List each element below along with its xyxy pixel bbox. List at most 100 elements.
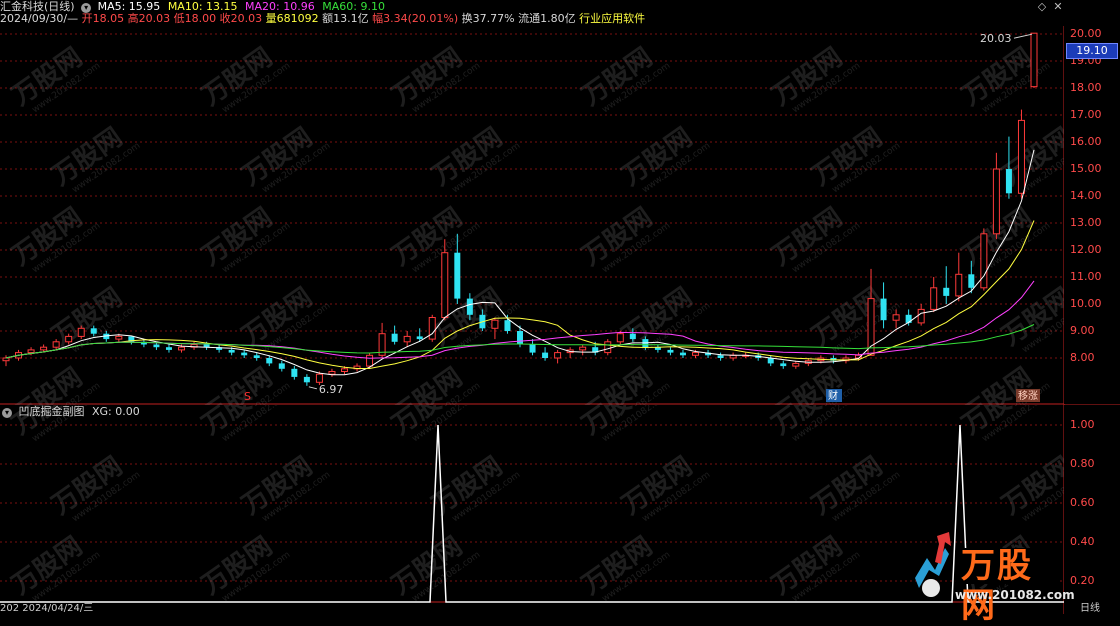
candle-body — [880, 298, 887, 321]
watermark: 万股网www.201082.com — [47, 122, 142, 195]
candle-body — [90, 328, 97, 334]
period-label[interactable]: 日线 — [1080, 603, 1100, 614]
high-price-label: 20.03 — [980, 32, 1012, 45]
xg-value: XG: 0.00 — [92, 405, 140, 418]
candle-body — [616, 333, 624, 343]
candle-body — [667, 349, 674, 353]
candle-body — [340, 368, 348, 372]
sub-tick-label: 0.80 — [1070, 457, 1095, 470]
watermark: 万股网www.201082.com — [767, 42, 862, 115]
quote-low: 低18.00 — [173, 12, 217, 25]
sub-chart-title: ▾ 凹底掘金副图 XG: 0.00 — [2, 405, 140, 418]
watermark: 万股网www.201082.com — [767, 531, 862, 604]
quote-open: 开18.05 — [81, 12, 125, 25]
diamond-icon[interactable]: ◇ — [1036, 1, 1048, 13]
candle-body — [52, 341, 60, 348]
candle-body — [604, 341, 612, 354]
logo-site-text: www.201082.com — [955, 588, 1075, 602]
candle-body — [892, 314, 900, 321]
candle-body — [992, 168, 1000, 235]
candle-body — [2, 357, 10, 362]
candle-body — [780, 363, 787, 367]
watermark: 万股网www.201082.com — [197, 531, 292, 604]
candles — [2, 32, 1038, 386]
candle-body — [165, 347, 172, 350]
quote-volume: 量681092 — [265, 12, 319, 25]
dropdown-circle-icon[interactable]: ▾ — [2, 408, 12, 418]
low-price-label: 6.97 — [319, 383, 344, 396]
candle-body — [27, 349, 35, 354]
quote-close: 收20.03 — [219, 12, 263, 25]
candle-body — [905, 314, 912, 323]
price-chart[interactable]: 万股网www.201082.com 万股网www.201082.com 万股网www… — [0, 26, 1120, 405]
candle-body — [253, 355, 260, 358]
watermark: 万股网www.201082.com — [7, 42, 102, 115]
watermark: 万股网www.201082.com — [47, 282, 142, 355]
candle-body — [153, 344, 160, 348]
candle-body — [441, 252, 449, 318]
watermark: 万股网www.201082.com — [807, 122, 902, 195]
watermark: 万股网www.201082.com — [197, 42, 292, 115]
sub-indicator-name[interactable]: 凹底掘金副图 — [19, 405, 85, 418]
candle-body — [1030, 32, 1038, 88]
watermark: 万股网www.201082.com — [237, 122, 332, 195]
price-tick-label: 18.00 — [1070, 81, 1102, 94]
candle-body — [454, 252, 461, 299]
current-price-tag: 19.10 — [1066, 43, 1118, 59]
candle-body — [328, 371, 336, 375]
high-arrow — [1013, 33, 1033, 39]
watermark: 万股网www.201082.com — [767, 405, 862, 444]
sub-tick-label: 0.60 — [1070, 496, 1095, 509]
watermark: 万股网www.201082.com — [767, 202, 862, 275]
candle-body — [767, 358, 774, 364]
candle-body — [517, 331, 523, 345]
watermark: 万股网www.201082.com — [577, 405, 672, 444]
price-tick-label: 9.00 — [1070, 324, 1095, 337]
watermark: 万股网www.201082.com — [427, 122, 522, 195]
candle-body — [40, 346, 48, 351]
candle-body — [178, 346, 186, 351]
watermark: 万股网www.201082.com — [957, 405, 1052, 444]
candle-body — [428, 317, 436, 340]
sub-tick-label: 0.20 — [1070, 574, 1095, 587]
price-tick-label: 14.00 — [1070, 189, 1102, 202]
quote-turnover: 换37.77% — [461, 12, 515, 25]
watermark: 万股网www.201082.com — [577, 362, 672, 405]
candle-body — [266, 358, 273, 364]
watermark: 万股网www.201082.com — [577, 202, 672, 275]
candle-body — [228, 349, 235, 353]
candle-body — [278, 363, 285, 369]
candle-body — [968, 274, 975, 288]
quote-change: 幅3.34(20.01%) — [372, 12, 459, 25]
candle-body — [291, 368, 298, 377]
price-tick-label: 16.00 — [1070, 135, 1102, 148]
watermark: 万股网www.201082.com — [617, 451, 712, 524]
quote-amount: 额13.1亿 — [322, 12, 369, 25]
candle-body — [542, 352, 549, 358]
price-tick-label: 12.00 — [1070, 243, 1102, 256]
candle-body — [1005, 169, 1012, 194]
price-tick-label: 13.00 — [1070, 216, 1102, 229]
quote-industry[interactable]: 行业应用软件 — [579, 12, 645, 25]
candle-body — [679, 352, 686, 356]
candle-body — [303, 376, 310, 383]
watermark: 万股网www.201082.com — [577, 42, 672, 115]
quote-high: 高20.03 — [127, 12, 171, 25]
finance-marker: 财 — [828, 389, 838, 402]
candle-body — [241, 352, 248, 356]
candle-body — [917, 308, 925, 324]
move-up-marker: 移涨 — [1018, 389, 1038, 402]
watermark: 万股网www.201082.com — [807, 451, 902, 524]
candle-body — [504, 320, 511, 331]
watermark: 万股网www.201082.com — [387, 202, 482, 275]
price-tick-label: 8.00 — [1070, 351, 1095, 364]
watermark: 万股网www.201082.com — [387, 42, 482, 115]
watermark: 万股网www.201082.com — [197, 405, 292, 444]
close-icon[interactable]: ✕ — [1052, 1, 1064, 13]
price-tick-label: 10.00 — [1070, 297, 1102, 310]
candle-body — [403, 335, 411, 343]
candle-body — [692, 352, 700, 356]
candle-body — [416, 336, 423, 340]
watermark: 万股网www.201082.com — [577, 531, 672, 604]
low-arrow — [308, 386, 317, 390]
